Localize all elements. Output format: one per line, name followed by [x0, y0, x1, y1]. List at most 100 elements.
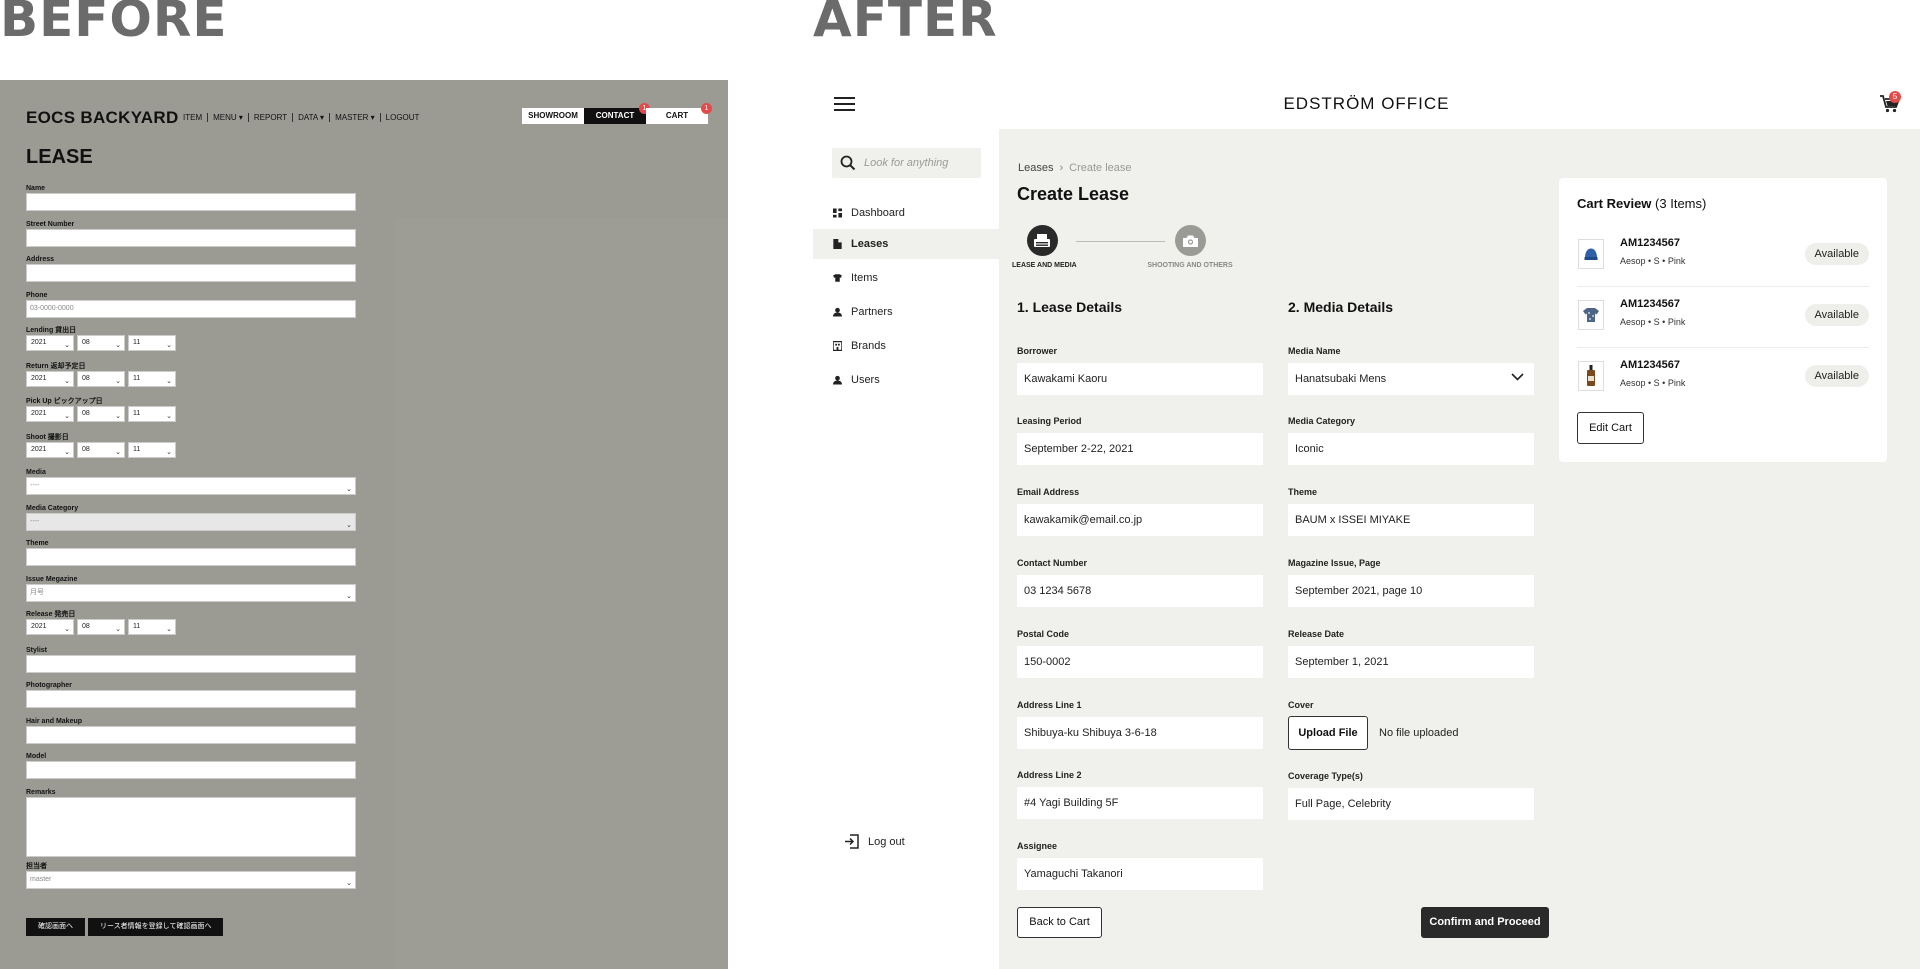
media-category-field[interactable]: Iconic: [1288, 433, 1534, 465]
step-lease-and-media[interactable]: LEASE AND MEDIA: [1012, 225, 1077, 269]
address-label: Address: [26, 256, 55, 263]
before-nav-item[interactable]: DATA ▾: [293, 113, 331, 122]
chevron-down-icon: ⌄: [64, 626, 70, 633]
cart-item-sku: AM1234567: [1620, 237, 1680, 249]
name-label: Name: [26, 185, 46, 192]
postal-code-label: Postal Code: [1017, 629, 1070, 639]
media-category-select[interactable]: ---- ⌄: [26, 512, 356, 531]
chevron-down-icon: ⌄: [115, 377, 121, 385]
issue-select[interactable]: 月号 ⌄: [26, 583, 356, 602]
model-field[interactable]: [26, 761, 356, 779]
register-confirm-button[interactable]: リース者情報を登録して確認画面へ: [88, 918, 224, 936]
release-year-select[interactable]: 2021 ⌄: [26, 619, 74, 635]
stylist-field[interactable]: [26, 654, 356, 673]
chevron-down-icon: ⌄: [166, 413, 172, 420]
theme-field[interactable]: [26, 548, 356, 566]
logout-button[interactable]: Log out: [844, 834, 905, 849]
back-to-cart-button[interactable]: Back to Cart: [1017, 907, 1102, 938]
shoot-month-select[interactable]: 08 ⌄: [77, 441, 125, 458]
media-details-title: 2. Media Details: [1288, 299, 1394, 315]
phone-field[interactable]: 03-0000-0000: [26, 299, 356, 318]
typewriter-icon: [1034, 233, 1050, 247]
sidebar-item-dashboard[interactable]: Dashboard: [813, 198, 999, 228]
media-name-select[interactable]: Hanatsubaki Mens: [1288, 363, 1534, 395]
borrower-field[interactable]: Kawakami Kaoru: [1017, 363, 1263, 395]
before-nav-item[interactable]: LOGOUT: [381, 113, 425, 122]
logout-icon: [845, 834, 859, 849]
sidebar-item-label: Users: [851, 374, 880, 386]
magazine-issue-field[interactable]: September 2021, page 10: [1288, 575, 1534, 607]
lease-details-title: 1. Lease Details: [1017, 299, 1123, 315]
cart-review-title: Cart Review (3 Items): [1577, 196, 1707, 211]
remarks-label: Remarks: [26, 788, 56, 796]
address-line-1-field[interactable]: Shibuya-ku Shibuya 3-6-18: [1017, 717, 1263, 749]
sidebar-item-label: Brands: [851, 340, 886, 352]
before-nav-item[interactable]: REPORT: [249, 113, 294, 122]
upload-file-button[interactable]: Upload File: [1288, 716, 1368, 750]
pickup-month-select[interactable]: 08 ⌄: [77, 406, 125, 422]
edit-cart-button[interactable]: Edit Cart: [1577, 412, 1644, 444]
step-shooting-and-others[interactable]: SHOOTING AND OTHERS: [1140, 225, 1240, 269]
breadcrumb-leases[interactable]: Leases: [1018, 162, 1053, 174]
release-month-select[interactable]: 08 ⌄: [77, 619, 125, 635]
sidebar-item-users[interactable]: Users: [813, 365, 999, 395]
chevron-down-icon: ⌄: [166, 342, 172, 349]
manager-select[interactable]: master ⌄: [26, 870, 356, 889]
breadcrumb: Leases › Create lease: [1018, 162, 1132, 174]
return-day-select[interactable]: 11 ⌄: [128, 370, 176, 387]
cart-item: AM1234567 Aesop • S • Pink Available: [1559, 348, 1887, 408]
photographer-field[interactable]: [26, 690, 356, 708]
sidebar-item-partners[interactable]: Partners: [813, 297, 999, 327]
hair-field[interactable]: [26, 725, 356, 744]
lending-day-select[interactable]: 11 ⌄: [128, 335, 176, 351]
confirm-button[interactable]: 確認画面へ: [26, 918, 85, 936]
street-label: Street Number: [26, 220, 75, 228]
leasing-period-label: Leasing Period: [1017, 416, 1082, 426]
cart-item: AM1234567 Aesop • S • Pink Available: [1559, 226, 1887, 286]
sidebar-item-items[interactable]: Items: [813, 263, 999, 293]
chevron-down-icon: ⌄: [115, 413, 121, 420]
lending-month-select[interactable]: 08 ⌄: [77, 335, 125, 351]
address-line-2-field[interactable]: #4 Yagi Building 5F: [1017, 787, 1263, 819]
pickup-year-select[interactable]: 2021 ⌄: [26, 406, 74, 422]
chevron-down-icon: ⌄: [115, 626, 121, 633]
email-field[interactable]: kawakamik@email.co.jp: [1017, 504, 1263, 536]
confirm-and-proceed-button[interactable]: Confirm and Proceed: [1421, 907, 1549, 938]
tab-contact[interactable]: CONTACT 1: [584, 103, 650, 124]
cart-item-meta: Aesop • S • Pink: [1620, 256, 1686, 266]
release-date-field[interactable]: September 1, 2021: [1288, 646, 1534, 678]
address-field[interactable]: [26, 264, 356, 282]
sidebar-item-leases[interactable]: Leases: [813, 229, 999, 259]
return-month-select[interactable]: 08 ⌄: [77, 370, 125, 387]
assignee-field[interactable]: Yamaguchi Takanori: [1017, 858, 1263, 890]
release-day-select[interactable]: 11 ⌄: [128, 619, 176, 635]
chevron-down-icon: ⌄: [115, 448, 121, 456]
shoot-year-select[interactable]: 2021 ⌄: [26, 441, 74, 458]
return-year-select[interactable]: 2021 ⌄: [26, 370, 74, 387]
pickup-day-select[interactable]: 11 ⌄: [128, 406, 176, 422]
theme-field[interactable]: BAUM x ISSEI MIYAKE: [1288, 504, 1534, 536]
media-select[interactable]: ---- ⌄: [26, 477, 356, 495]
remarks-textarea[interactable]: [26, 796, 356, 857]
name-field[interactable]: [26, 193, 356, 211]
lending-year-select[interactable]: 2021 ⌄: [26, 335, 74, 351]
shoot-label: Shoot 撮影日: [26, 433, 69, 441]
person-icon: [833, 375, 842, 385]
before-nav-item[interactable]: MASTER ▾: [330, 113, 381, 122]
contact-number-field[interactable]: 03 1234 5678: [1017, 575, 1263, 607]
coverage-type-field[interactable]: Full Page, Celebrity: [1288, 788, 1534, 820]
leasing-period-field[interactable]: September 2-22, 2021: [1017, 433, 1263, 465]
beanie-icon: [1578, 239, 1604, 269]
shirt-icon: [1578, 300, 1604, 330]
search-input[interactable]: Look for anything: [832, 148, 981, 178]
shoot-day-select[interactable]: 11 ⌄: [128, 441, 176, 458]
before-nav-item[interactable]: ITEM: [178, 113, 209, 122]
postal-code-field[interactable]: 150-0002: [1017, 646, 1263, 678]
sidebar-item-brands[interactable]: Brands: [813, 331, 999, 361]
media-category-label: Media Category: [26, 504, 79, 512]
chevron-down-icon: ⌄: [346, 521, 352, 529]
tab-showroom[interactable]: SHOWROOM: [522, 108, 584, 124]
tab-cart[interactable]: CART 1: [646, 103, 712, 124]
before-nav-item[interactable]: MENU ▾: [208, 113, 249, 122]
street-field[interactable]: [26, 228, 356, 247]
